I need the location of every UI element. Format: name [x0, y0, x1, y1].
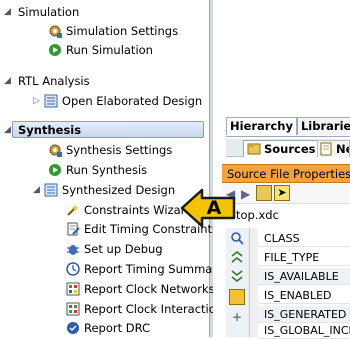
- nav-item-constraints-wizard[interactable]: Constraints Wizard: [66, 203, 193, 217]
- nav-item-report-timing-summary[interactable]: Report Timing Summary: [66, 262, 213, 276]
- collapse-toggle-simulation[interactable]: ◢: [4, 7, 14, 17]
- section-rtl-analysis[interactable]: RTL Analysis: [18, 74, 90, 88]
- search-icon[interactable]: [229, 231, 245, 247]
- expand-all-icon[interactable]: [229, 269, 245, 285]
- nav-item-label: Report DRC: [84, 321, 151, 335]
- nav-item-label: Report Timing Summary: [84, 262, 213, 276]
- report-icon: [66, 302, 80, 316]
- collapse-all-icon[interactable]: [229, 250, 245, 266]
- property-row-class[interactable]: CLASS: [258, 230, 350, 247]
- file-name: top.xdc: [236, 208, 279, 222]
- nav-item-label: Run Synthesis: [66, 163, 148, 177]
- report-icon: [66, 282, 80, 296]
- nav-item-report-clock-interaction[interactable]: Report Clock Interaction: [66, 302, 213, 316]
- nav-item-simulation-settings[interactable]: Simulation Settings: [48, 24, 178, 38]
- tab-divider: [226, 136, 350, 137]
- gear-icon: [48, 143, 62, 157]
- check-shield-icon: [66, 321, 80, 335]
- property-row-is-generated[interactable]: IS_GENERATED: [258, 306, 350, 323]
- tab-libraries[interactable]: Libraries: [296, 117, 350, 135]
- sync-selection-icon[interactable]: [256, 185, 272, 201]
- wizard-icon: [66, 203, 80, 217]
- nav-item-report-clock-networks[interactable]: Report Clock Networks: [66, 282, 213, 296]
- row-gutter: [250, 228, 258, 337]
- nav-item-label: Synthesis Settings: [66, 143, 173, 157]
- tab-sources-label: Sources: [264, 142, 316, 156]
- tab-netlist[interactable]: Ne: [317, 140, 350, 157]
- edit-document-icon: [66, 222, 80, 236]
- nav-item-label: Synthesized Design: [61, 183, 176, 197]
- property-row-file-type[interactable]: FILE_TYPE: [258, 249, 350, 266]
- nav-item-label: Run Simulation: [66, 43, 153, 57]
- nav-item-label: Constraints Wizard: [84, 203, 193, 217]
- nav-item-label: Report Clock Interaction: [84, 302, 213, 316]
- run-icon: [48, 163, 62, 177]
- callout-label: A: [206, 197, 222, 219]
- nav-item-synthesis-settings[interactable]: Synthesis Settings: [48, 143, 172, 157]
- tab-netlist-label: Ne: [336, 142, 349, 156]
- property-row-is-global-include[interactable]: IS_GLOBAL_INCL: [258, 322, 350, 339]
- panel-title: Source File Properties: [222, 164, 350, 183]
- pointer-icon[interactable]: ➤: [274, 185, 290, 201]
- nav-item-run-synthesis[interactable]: Run Synthesis: [48, 163, 147, 177]
- section-simulation[interactable]: Simulation: [18, 5, 79, 19]
- nav-item-run-simulation[interactable]: Run Simulation: [48, 43, 153, 57]
- collapse-arrow-icon[interactable]: ◢: [33, 185, 40, 195]
- properties-group-icon[interactable]: [229, 289, 245, 305]
- nav-item-label: Open Elaborated Design: [61, 94, 203, 108]
- schematic-icon: [44, 94, 58, 108]
- property-row-is-available[interactable]: IS_AVAILABLE: [258, 268, 350, 285]
- nav-item-label: Set up Debug: [84, 242, 163, 256]
- gear-icon: [48, 24, 62, 38]
- nav-item-label: Simulation Settings: [66, 24, 179, 38]
- forward-arrow-icon[interactable]: ▶: [241, 187, 250, 201]
- section-synthesis[interactable]: Synthesis: [18, 123, 81, 137]
- schematic-icon: [44, 183, 58, 197]
- tab-hierarchy[interactable]: Hierarchy: [226, 117, 297, 135]
- property-row-is-enabled[interactable]: IS_ENABLED: [258, 287, 350, 304]
- flow-navigator: ◢ Simulation Simulation Settings Run Sim…: [0, 0, 213, 337]
- nav-item-report-drc[interactable]: Report DRC: [66, 321, 150, 335]
- nav-item-open-elaborated-design[interactable]: ▷ Open Elaborated Design: [33, 94, 202, 108]
- nav-item-label: Report Clock Networks: [84, 282, 213, 296]
- collapse-toggle-rtl[interactable]: ◢: [4, 76, 14, 86]
- hierarchy-tabs: Hierarchy Libraries: [226, 117, 350, 136]
- sources-icon: [247, 142, 261, 156]
- expand-arrow-icon[interactable]: ▷: [33, 96, 40, 106]
- netlist-icon: [320, 142, 334, 156]
- nav-item-set-up-debug[interactable]: Set up Debug: [66, 242, 163, 256]
- clock-icon: [66, 262, 80, 276]
- debug-icon: [66, 242, 80, 256]
- tab-sources[interactable]: Sources: [243, 140, 320, 157]
- run-icon: [48, 43, 62, 57]
- collapse-toggle-synthesis[interactable]: ◢: [4, 125, 14, 135]
- nav-item-synthesized-design[interactable]: ◢ Synthesized Design: [33, 183, 175, 197]
- add-icon[interactable]: +: [229, 309, 245, 325]
